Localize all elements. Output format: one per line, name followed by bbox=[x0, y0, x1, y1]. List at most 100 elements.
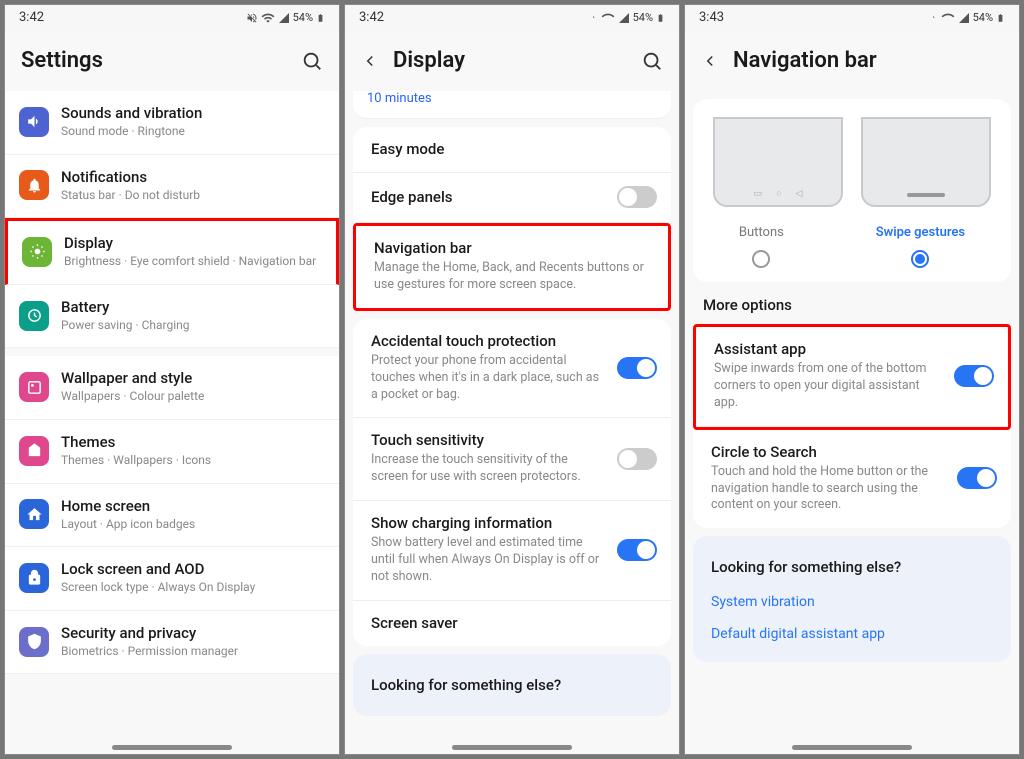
status-right: 54% bbox=[246, 11, 325, 25]
touch-sensitivity-toggle[interactable] bbox=[617, 448, 657, 470]
display-item-accidental-touch[interactable]: Accidental touch protectionProtect your … bbox=[353, 319, 671, 419]
mute-icon bbox=[246, 12, 258, 24]
item-sub: Power saving · Charging bbox=[61, 318, 325, 334]
footer-box: Looking for something else? System vibra… bbox=[693, 536, 1011, 662]
settings-item-display[interactable]: DisplayBrightness · Eye comfort shield ·… bbox=[5, 218, 339, 285]
sound-icon bbox=[19, 107, 49, 137]
item-title: Screen saver bbox=[371, 614, 657, 632]
footer-prompt: Looking for something else? bbox=[693, 540, 1011, 586]
accidental-touch-toggle[interactable] bbox=[617, 357, 657, 379]
display-item-touch-sensitivity[interactable]: Touch sensitivityIncrease the touch sens… bbox=[353, 418, 671, 501]
item-sub: Screen lock type · Always On Display bbox=[61, 580, 325, 596]
back-icon[interactable] bbox=[701, 52, 719, 70]
lock-icon bbox=[19, 563, 49, 593]
item-title: Sounds and vibration bbox=[61, 104, 325, 122]
mute-icon bbox=[586, 12, 598, 24]
wifi-icon bbox=[601, 11, 615, 25]
item-desc: Protect your phone from accidental touch… bbox=[371, 353, 605, 404]
settings-item-security[interactable]: Security and privacyBiometrics · Permiss… bbox=[5, 611, 339, 675]
item-sub: Layout · App icon badges bbox=[61, 517, 325, 533]
home-icon bbox=[19, 499, 49, 529]
navbar-content[interactable]: ▭○◁ Buttons Swipe gestures More options … bbox=[685, 91, 1019, 745]
settings-item-notifications[interactable]: NotificationsStatus bar · Do not disturb bbox=[5, 155, 339, 219]
display-header: Display bbox=[345, 30, 679, 91]
item-desc: Touch and hold the Home button or the na… bbox=[711, 464, 945, 515]
themes-icon bbox=[19, 436, 49, 466]
item-title: Display bbox=[64, 234, 322, 252]
battery-icon bbox=[656, 11, 665, 25]
settings-item-wallpaper[interactable]: Wallpaper and styleWallpapers · Colour p… bbox=[5, 356, 339, 420]
display-item-navigation-bar[interactable]: Navigation bar Manage the Home, Back, an… bbox=[356, 226, 668, 308]
battery-icon bbox=[19, 301, 49, 331]
item-title: Themes bbox=[61, 433, 325, 451]
item-title: Assistant app bbox=[714, 340, 942, 358]
item-title: Circle to Search bbox=[711, 443, 945, 461]
status-time: 3:43 bbox=[699, 10, 724, 25]
screenshot-settings: 3:42 54% Settings Sounds and vibrationSo… bbox=[4, 4, 340, 755]
buttons-preview[interactable]: ▭○◁ bbox=[713, 117, 843, 207]
item-title: Show charging information bbox=[371, 514, 605, 532]
nav-choice-buttons[interactable]: Buttons bbox=[739, 215, 784, 268]
settings-item-home[interactable]: Home screen Layout · App icon badges bbox=[5, 484, 339, 548]
item-desc: Swipe inwards from one of the bottom cor… bbox=[714, 361, 942, 412]
item-title: Notifications bbox=[61, 168, 325, 186]
signal-icon bbox=[618, 12, 630, 24]
page-title: Settings bbox=[21, 48, 287, 73]
footer-link-vibration[interactable]: System vibration bbox=[693, 586, 1011, 618]
assistant-app-toggle[interactable] bbox=[954, 365, 994, 387]
settings-item-sounds[interactable]: Sounds and vibrationSound mode · Rington… bbox=[5, 91, 339, 155]
bell-icon bbox=[19, 170, 49, 200]
back-icon[interactable] bbox=[361, 52, 379, 70]
status-right: 54% bbox=[586, 11, 665, 25]
navbar-item-assistant-app[interactable]: Assistant app Swipe inwards from one of … bbox=[696, 327, 1008, 427]
battery-percent: 54% bbox=[973, 11, 993, 24]
nav-choice-swipe[interactable]: Swipe gestures bbox=[876, 215, 965, 268]
highlight-assistant-app: Assistant app Swipe inwards from one of … bbox=[693, 324, 1011, 430]
status-bar: 3:42 54% bbox=[5, 5, 339, 30]
nav-handle[interactable] bbox=[112, 745, 232, 750]
search-icon[interactable] bbox=[301, 50, 323, 72]
footer-link-assistant[interactable]: Default digital assistant app bbox=[693, 618, 1011, 650]
sun-icon bbox=[22, 237, 52, 267]
display-item-edge-panels[interactable]: Edge panels bbox=[353, 173, 671, 223]
circle-search-toggle[interactable] bbox=[957, 467, 997, 489]
nav-handle[interactable] bbox=[792, 745, 912, 750]
status-time: 3:42 bbox=[359, 10, 384, 25]
settings-item-battery[interactable]: Battery Power saving · Charging bbox=[5, 285, 339, 349]
swipe-preview[interactable] bbox=[861, 117, 991, 207]
item-sub: Wallpapers · Colour palette bbox=[61, 389, 325, 405]
status-bar: 3:43 54% bbox=[685, 5, 1019, 30]
highlight-navigation-bar: Navigation bar Manage the Home, Back, an… bbox=[353, 223, 671, 311]
display-item-charging-info[interactable]: Show charging information Show battery le… bbox=[353, 501, 671, 601]
buttons-radio[interactable] bbox=[752, 250, 770, 268]
nav-style-preview: ▭○◁ bbox=[693, 99, 1011, 215]
settings-item-lock[interactable]: Lock screen and AODScreen lock type · Al… bbox=[5, 547, 339, 611]
item-desc: Show battery level and estimated time un… bbox=[371, 535, 605, 586]
battery-icon bbox=[316, 11, 325, 25]
swipe-radio[interactable] bbox=[911, 250, 929, 268]
nav-handle[interactable] bbox=[452, 745, 572, 750]
item-title: Battery bbox=[61, 298, 325, 316]
wifi-icon bbox=[941, 11, 955, 25]
charging-info-toggle[interactable] bbox=[617, 539, 657, 561]
screenshot-display: 3:42 54% Display 10 minutes Easy mode Ed… bbox=[344, 4, 680, 755]
display-item-easy-mode[interactable]: Easy mode bbox=[353, 127, 671, 173]
edge-panels-toggle[interactable] bbox=[617, 186, 657, 208]
navbar-item-circle-search[interactable]: Circle to Search Touch and hold the Home… bbox=[693, 430, 1011, 529]
signal-icon bbox=[958, 12, 970, 24]
settings-list[interactable]: Sounds and vibrationSound mode · Rington… bbox=[5, 91, 339, 745]
search-icon[interactable] bbox=[641, 50, 663, 72]
item-title: Home screen bbox=[61, 497, 325, 515]
status-right: 54% bbox=[926, 11, 1005, 25]
settings-item-themes[interactable]: ThemesThemes · Wallpapers · Icons bbox=[5, 420, 339, 484]
nav-style-choice: Buttons Swipe gestures bbox=[693, 215, 1011, 282]
more-options-title: More options bbox=[685, 282, 1019, 324]
item-title: Edge panels bbox=[371, 188, 605, 206]
display-item-screen-saver[interactable]: Screen saver bbox=[353, 601, 671, 646]
navbar-header: Navigation bar bbox=[685, 30, 1019, 91]
battery-icon bbox=[996, 11, 1005, 25]
display-list[interactable]: 10 minutes Easy mode Edge panels Navigat… bbox=[345, 91, 679, 745]
item-title: Navigation bar bbox=[374, 239, 654, 257]
screen-timeout-partial[interactable]: 10 minutes bbox=[353, 91, 671, 119]
item-desc: Increase the touch sensitivity of the sc… bbox=[371, 452, 605, 486]
